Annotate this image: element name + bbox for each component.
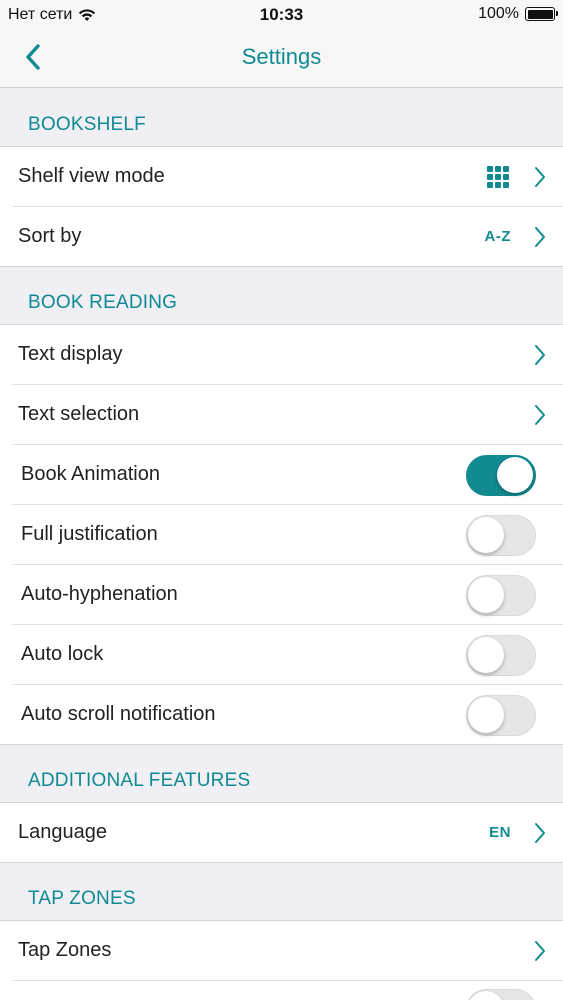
auto-lock-label: Auto lock: [21, 643, 104, 665]
page-title: Settings: [241, 44, 322, 69]
auto-lock-toggle[interactable]: [466, 635, 536, 676]
sort-by-row[interactable]: Sort by A-Z: [0, 207, 563, 267]
text-display-label: Text display: [18, 343, 123, 365]
navigation-bar: Settings: [0, 30, 563, 88]
auto-hyphenation-label: Auto-hyphenation: [21, 583, 178, 605]
text-selection-label: Text selection: [18, 403, 140, 425]
chevron-right-icon: [535, 823, 545, 843]
battery-percent: 100%: [478, 5, 519, 22]
language-value: EN: [489, 824, 511, 841]
section-header-bookshelf: BOOKSHELF: [0, 88, 563, 147]
partial-row-toggle[interactable]: [466, 989, 536, 1000]
section-header-tap-zones: TAP ZONES: [0, 862, 563, 921]
shelf-view-mode-row[interactable]: Shelf view mode: [0, 147, 563, 207]
chevron-right-icon: [535, 405, 545, 425]
full-justification-toggle[interactable]: [466, 515, 536, 556]
tap-zones-row[interactable]: Tap Zones: [0, 921, 563, 981]
auto-hyphenation-row: Auto-hyphenation: [0, 565, 563, 625]
book-animation-toggle[interactable]: [466, 455, 536, 496]
text-selection-row[interactable]: Text selection: [0, 385, 563, 445]
section-header-book-reading: BOOK READING: [0, 266, 563, 325]
tap-zones-label: Tap Zones: [18, 939, 112, 961]
full-justification-label: Full justification: [21, 523, 158, 545]
chevron-right-icon: [535, 227, 545, 247]
chevron-right-icon: [535, 941, 545, 961]
text-display-row[interactable]: Text display: [0, 325, 563, 385]
auto-scroll-notification-toggle[interactable]: [466, 695, 536, 736]
auto-lock-row: Auto lock: [0, 625, 563, 685]
auto-scroll-notification-label: Auto scroll notification: [21, 703, 216, 725]
chevron-right-icon: [535, 167, 545, 187]
auto-hyphenation-toggle[interactable]: [466, 575, 536, 616]
sort-by-label: Sort by: [18, 225, 82, 247]
status-bar: Нет сети 10:33 100%: [0, 0, 563, 30]
auto-scroll-notification-row: Auto scroll notification: [0, 685, 563, 745]
section-header-additional-features: ADDITIONAL FEATURES: [0, 744, 563, 803]
language-label: Language: [18, 821, 107, 843]
full-justification-row: Full justification: [0, 505, 563, 565]
battery-icon: [525, 7, 558, 21]
shelf-view-mode-label: Shelf view mode: [18, 165, 165, 187]
status-right: 100%: [478, 5, 558, 23]
book-animation-label: Book Animation: [21, 463, 160, 485]
grid-icon: [487, 166, 509, 188]
partial-row: [0, 981, 563, 1000]
language-row[interactable]: Language EN: [0, 803, 563, 863]
chevron-right-icon: [535, 345, 545, 365]
sort-by-value: A-Z: [484, 228, 511, 245]
book-animation-row: Book Animation: [0, 445, 563, 505]
